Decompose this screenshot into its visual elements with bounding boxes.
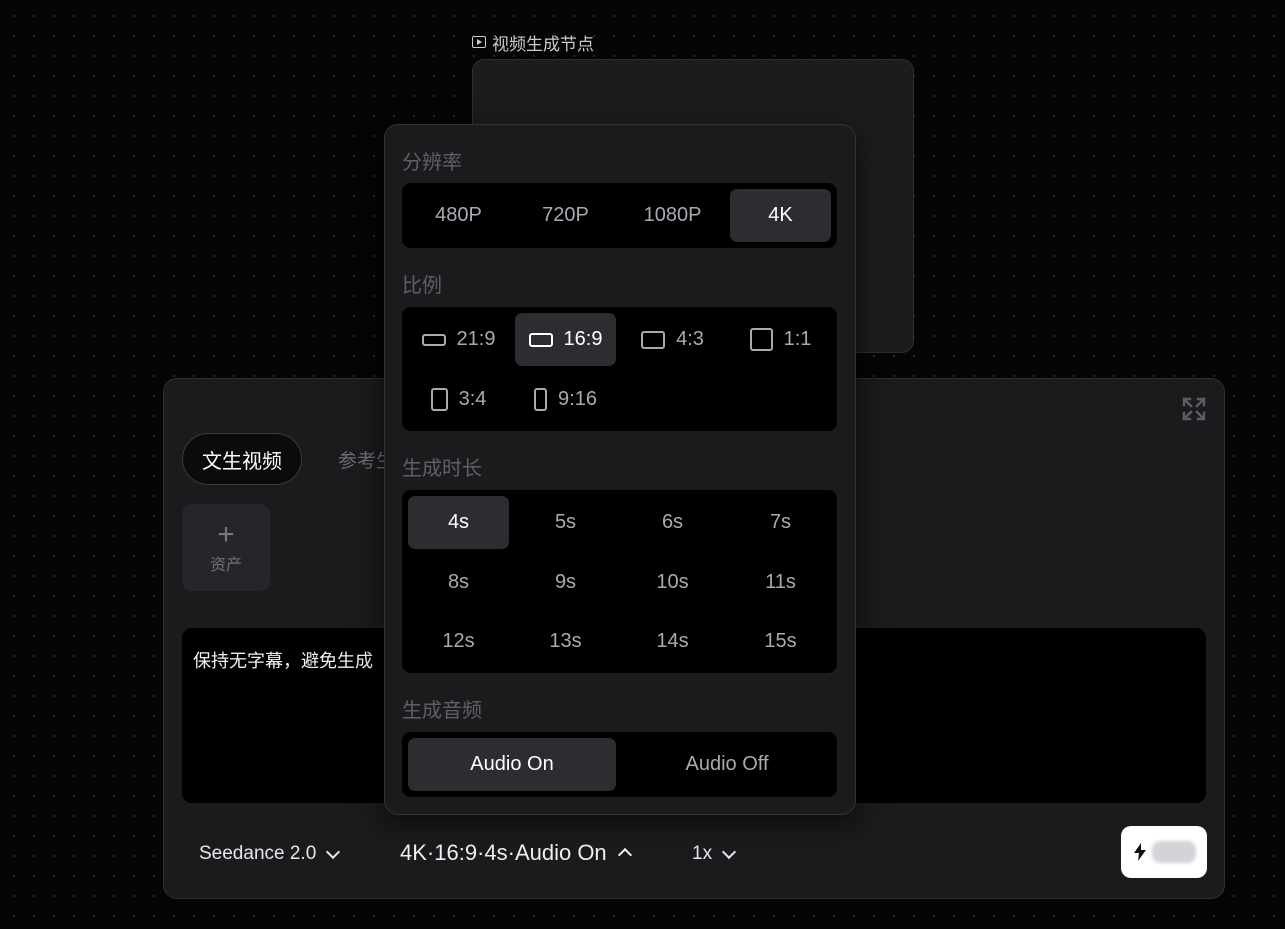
lightning-icon <box>1134 843 1146 861</box>
ratio-3-4-label: 3:4 <box>458 388 487 410</box>
add-asset-button[interactable]: + 资产 <box>182 504 270 591</box>
option-duration-12s[interactable]: 12s <box>408 615 509 668</box>
option-duration-11s[interactable]: 11s <box>730 556 831 609</box>
prompt-text: 保持无字幕，避免生成 <box>193 651 373 671</box>
resolution-label: 分辨率 <box>402 152 462 174</box>
speed-dropdown[interactable]: 1x <box>692 840 737 868</box>
audio-label: 生成音频 <box>402 700 482 722</box>
generate-button[interactable] <box>1121 826 1207 878</box>
model-value: Seedance 2.0 <box>199 843 317 864</box>
option-480p[interactable]: 480P <box>408 189 509 242</box>
option-duration-7s[interactable]: 7s <box>730 496 831 549</box>
ratio-16-9-label: 16:9 <box>563 328 603 350</box>
redacted-cost <box>1152 841 1196 863</box>
model-dropdown[interactable]: Seedance 2.0 <box>199 840 341 868</box>
ratio-4-3-label: 4:3 <box>676 328 704 350</box>
ratio-1-1-icon <box>749 328 773 351</box>
option-4k[interactable]: 4K <box>730 189 831 242</box>
option-duration-14s[interactable]: 14s <box>622 615 723 668</box>
ratio-1-1-label: 1:1 <box>783 328 812 350</box>
speed-value: 1x <box>692 843 713 864</box>
node-title-text: 视频生成节点 <box>492 34 594 54</box>
tab-text-to-video[interactable]: 文生视频 <box>182 433 302 485</box>
option-1080p[interactable]: 1080P <box>622 189 723 242</box>
ratio-4-3-icon <box>641 330 666 349</box>
duration-options: 4s 5s 6s 7s 8s 9s 10s 11s 12s 13s 14s 15… <box>402 490 837 673</box>
node-title: 视频生成节点 <box>472 32 594 54</box>
option-ratio-3-4[interactable]: 3:4 <box>408 373 509 426</box>
resolution-options: 480P 720P 1080P 4K <box>402 183 837 248</box>
option-duration-6s[interactable]: 6s <box>622 496 723 549</box>
ratio-3-4-icon <box>430 388 448 411</box>
option-ratio-4-3[interactable]: 4:3 <box>622 313 723 366</box>
option-duration-9s[interactable]: 9s <box>515 556 616 609</box>
ratio-16-9-icon <box>528 332 553 347</box>
option-duration-15s[interactable]: 15s <box>730 615 831 668</box>
option-duration-5s[interactable]: 5s <box>515 496 616 549</box>
ratio-21-9-label: 21:9 <box>456 328 496 350</box>
audio-options: Audio On Audio Off <box>402 732 837 797</box>
asset-label: 资产 <box>209 556 242 574</box>
ratio-9-16-label: 9:16 <box>558 388 597 410</box>
chevron-down-icon <box>326 844 341 859</box>
option-duration-10s[interactable]: 10s <box>622 556 723 609</box>
option-duration-13s[interactable]: 13s <box>515 615 616 668</box>
option-duration-4s[interactable]: 4s <box>408 496 509 549</box>
expand-icon[interactable] <box>1181 396 1207 422</box>
option-audio-on[interactable]: Audio On <box>408 738 616 791</box>
play-square-icon <box>472 36 486 48</box>
option-720p[interactable]: 720P <box>515 189 616 242</box>
option-ratio-21-9[interactable]: 21:9 <box>408 313 509 366</box>
chevron-down-icon <box>722 844 737 859</box>
option-ratio-1-1[interactable]: 1:1 <box>730 313 831 366</box>
params-value: 4K·16:9·4s·Audio On <box>400 840 607 865</box>
chevron-up-icon <box>617 847 632 863</box>
option-audio-off[interactable]: Audio Off <box>623 738 831 791</box>
ratio-9-16-icon <box>534 388 548 411</box>
option-duration-8s[interactable]: 8s <box>408 556 509 609</box>
duration-label: 生成时长 <box>402 458 482 480</box>
option-ratio-16-9[interactable]: 16:9 <box>515 313 616 366</box>
ratio-options: 21:9 16:9 4:3 1:1 3:4 9:16 <box>402 307 837 431</box>
ratio-21-9-icon <box>421 333 446 346</box>
params-dropdown[interactable]: 4K·16:9·4s·Audio On <box>400 838 632 868</box>
ratio-label: 比例 <box>402 275 442 297</box>
plus-icon: + <box>217 517 235 551</box>
option-ratio-9-16[interactable]: 9:16 <box>515 373 616 426</box>
